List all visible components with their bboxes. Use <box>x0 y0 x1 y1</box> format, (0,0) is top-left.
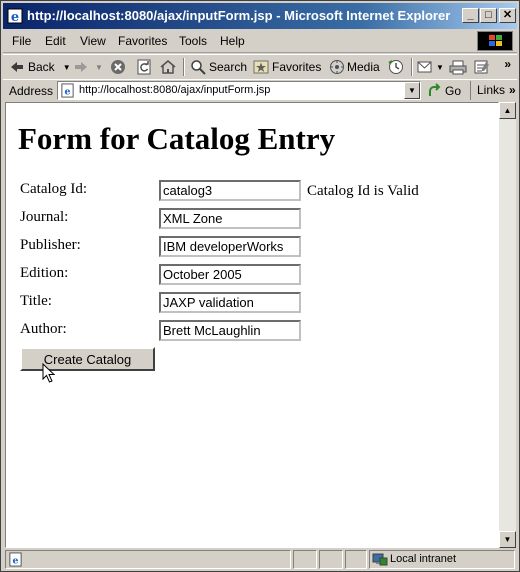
edit-page-icon <box>474 60 489 74</box>
journal-label: Journal: <box>20 209 69 225</box>
edition-input[interactable] <box>159 264 301 285</box>
media-label: Media <box>347 60 380 74</box>
favorites-label: Favorites <box>272 60 322 74</box>
address-dropdown-icon[interactable]: ▼ <box>404 82 420 99</box>
forward-button[interactable]: ▼ <box>73 58 103 76</box>
history-button[interactable] <box>387 58 405 76</box>
svg-text:e: e <box>13 555 19 566</box>
forward-arrow-icon <box>75 62 87 72</box>
links-label: Links <box>477 83 506 97</box>
minimize-button[interactable]: _ <box>462 8 479 23</box>
catalog-id-input[interactable] <box>159 180 301 201</box>
menu-help[interactable]: Help <box>220 34 245 48</box>
media-button[interactable]: Media <box>329 58 380 76</box>
journal-input[interactable] <box>159 208 301 229</box>
edit-button[interactable] <box>473 58 491 76</box>
close-button[interactable]: ✕ <box>499 8 516 23</box>
scroll-up-icon[interactable]: ▲ <box>499 102 516 119</box>
title-input[interactable] <box>159 292 301 313</box>
address-label: Address <box>9 84 54 98</box>
publisher-label: Publisher: <box>20 237 81 253</box>
refresh-icon <box>137 59 151 75</box>
toolbar-separator <box>411 58 413 76</box>
menu-tools[interactable]: Tools <box>179 34 207 48</box>
back-label: Back <box>28 60 55 74</box>
vertical-scrollbar[interactable]: ▲ ▼ <box>499 102 516 548</box>
status-panel <box>345 550 367 569</box>
author-input[interactable] <box>159 320 301 341</box>
search-icon <box>191 60 206 75</box>
links-chevron-icon: » <box>509 83 516 97</box>
title-label: Title: <box>20 293 52 309</box>
catalog-id-label: Catalog Id: <box>20 181 88 197</box>
history-icon <box>388 60 403 74</box>
browser-window: e http://localhost:8080/ajax/inputForm.j… <box>0 0 520 572</box>
toolbar-separator <box>183 58 185 76</box>
menu-edit[interactable]: Edit <box>45 34 66 48</box>
favorites-star-icon <box>253 60 269 74</box>
create-catalog-button[interactable]: Create Catalog <box>20 347 155 371</box>
address-bar: Address e http://localhost:8080/ajax/inp… <box>3 79 517 102</box>
title-bar[interactable]: e http://localhost:8080/ajax/inputForm.j… <box>3 3 517 29</box>
home-button[interactable] <box>160 58 176 76</box>
search-label: Search <box>209 60 248 74</box>
go-label: Go <box>445 84 462 98</box>
links-button[interactable]: Links» <box>470 81 516 100</box>
zone-panel: Local intranet <box>369 550 515 569</box>
mail-button[interactable]: ▼ <box>417 58 444 76</box>
back-button[interactable]: Back ▼ <box>9 58 71 76</box>
print-button[interactable] <box>449 58 467 76</box>
menu-bar: File Edit View Favorites Tools Help <box>3 30 517 53</box>
status-panel <box>319 550 343 569</box>
page-title: Form for Catalog Entry <box>18 121 336 156</box>
publisher-input[interactable] <box>159 236 301 257</box>
menu-file[interactable]: File <box>12 34 31 48</box>
windows-logo-icon <box>477 31 513 51</box>
stop-button[interactable] <box>110 58 126 76</box>
go-arrow-icon <box>429 83 441 96</box>
printer-icon <box>449 60 467 75</box>
menu-view[interactable]: View <box>80 34 106 48</box>
edition-label: Edition: <box>20 265 69 281</box>
local-intranet-icon <box>372 553 388 566</box>
search-button[interactable]: Search <box>190 58 247 76</box>
standard-toolbar: Back ▼ ▼ Search Favorites Media ▼ » <box>3 54 517 80</box>
status-panel <box>293 550 317 569</box>
ie-logo-icon: e <box>7 8 23 24</box>
home-icon <box>160 60 176 74</box>
maximize-button[interactable]: □ <box>480 8 497 23</box>
refresh-button[interactable] <box>136 58 152 76</box>
menu-favorites[interactable]: Favorites <box>118 34 167 48</box>
stop-icon <box>111 60 125 74</box>
svg-text:e: e <box>11 10 19 24</box>
address-url: http://localhost:8080/ajax/inputForm.jsp <box>79 84 271 96</box>
status-text-panel: e <box>5 550 291 569</box>
zone-label: Local intranet <box>390 553 457 565</box>
author-label: Author: <box>20 321 67 337</box>
mail-dropdown-icon[interactable]: ▼ <box>436 63 444 72</box>
svg-text:e: e <box>65 86 71 97</box>
catalog-id-validation-message: Catalog Id is Valid <box>307 183 419 199</box>
back-arrow-icon <box>11 62 23 72</box>
mail-icon <box>417 61 432 73</box>
scroll-down-icon[interactable]: ▼ <box>499 531 516 548</box>
favorites-button[interactable]: Favorites <box>253 58 321 76</box>
status-bar: e Local intranet <box>3 549 517 570</box>
page-content: Form for Catalog Entry Catalog Id: Catal… <box>5 102 499 548</box>
mouse-pointer-icon <box>42 363 56 383</box>
page-icon: e <box>61 83 74 98</box>
go-button[interactable]: Go <box>427 83 461 99</box>
window-title: http://localhost:8080/ajax/inputForm.jsp… <box>27 8 451 23</box>
toolbar-more-chevron-icon[interactable]: » <box>504 57 511 71</box>
address-input[interactable]: e http://localhost:8080/ajax/inputForm.j… <box>57 81 421 100</box>
page-done-icon: e <box>9 552 22 567</box>
back-dropdown-icon[interactable]: ▼ <box>63 63 71 72</box>
media-icon <box>330 60 344 74</box>
forward-dropdown-icon[interactable]: ▼ <box>95 63 103 72</box>
